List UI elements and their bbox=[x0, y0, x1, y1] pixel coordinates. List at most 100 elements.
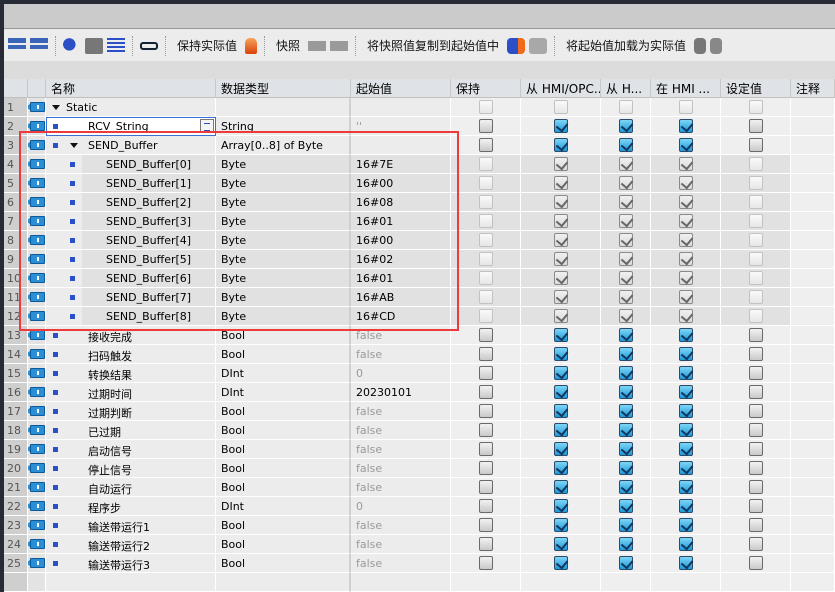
start-value-cell[interactable]: 16#08 bbox=[351, 193, 451, 212]
retain-checkbox[interactable] bbox=[478, 366, 493, 380]
hmi-accessible-checkbox[interactable] bbox=[553, 100, 568, 114]
comment-cell[interactable] bbox=[791, 554, 835, 573]
retain-checkbox[interactable] bbox=[478, 423, 493, 437]
start-value-cell[interactable]: false bbox=[351, 402, 451, 421]
hmi-accessible-checkbox[interactable] bbox=[553, 271, 568, 285]
start-value-cell[interactable]: false bbox=[351, 478, 451, 497]
comment-cell[interactable] bbox=[791, 421, 835, 440]
name-cell[interactable]: SEND_Buffer[2] bbox=[46, 193, 216, 212]
name-cell[interactable]: SEND_Buffer[6] bbox=[46, 269, 216, 288]
start-value-cell[interactable]: false bbox=[351, 535, 451, 554]
name-cell[interactable]: 接收完成 bbox=[46, 326, 216, 345]
hmi-visible-checkbox[interactable] bbox=[678, 537, 693, 551]
hmi-visible-checkbox[interactable] bbox=[678, 385, 693, 399]
hmi-visible-checkbox[interactable] bbox=[678, 499, 693, 513]
expand-db-icon[interactable] bbox=[63, 37, 81, 54]
hmi-visible-checkbox[interactable] bbox=[678, 252, 693, 266]
header-type[interactable]: 数据类型 bbox=[216, 79, 351, 98]
hmi-writable-checkbox[interactable] bbox=[618, 518, 633, 532]
comment-cell[interactable] bbox=[791, 402, 835, 421]
data-type-cell[interactable]: Byte bbox=[216, 269, 351, 288]
hmi-writable-checkbox[interactable] bbox=[618, 290, 633, 304]
retain-checkbox[interactable] bbox=[478, 309, 493, 323]
hmi-accessible-checkbox[interactable] bbox=[553, 556, 568, 570]
keep-actual-values-button[interactable]: 保持实际值 bbox=[173, 37, 241, 54]
hmi-writable-checkbox[interactable] bbox=[618, 461, 633, 475]
insert-row-icon[interactable] bbox=[8, 37, 26, 54]
start-value-cell[interactable]: 16#CD bbox=[351, 307, 451, 326]
hmi-writable-checkbox[interactable] bbox=[618, 100, 633, 114]
comment-cell[interactable] bbox=[791, 383, 835, 402]
name-cell[interactable]: 自动运行 bbox=[46, 478, 216, 497]
start-value-cell[interactable]: 16#AB bbox=[351, 288, 451, 307]
snapshot-button[interactable]: 快照 bbox=[272, 37, 304, 54]
hmi-accessible-checkbox[interactable] bbox=[553, 499, 568, 513]
name-cell[interactable]: SEND_Buffer[0] bbox=[46, 155, 216, 174]
type-picker-button[interactable] bbox=[200, 119, 214, 133]
hmi-writable-checkbox[interactable] bbox=[618, 157, 633, 171]
hmi-accessible-checkbox[interactable] bbox=[553, 328, 568, 342]
hmi-writable-checkbox[interactable] bbox=[618, 366, 633, 380]
hmi-writable-checkbox[interactable] bbox=[618, 480, 633, 494]
hmi-writable-checkbox[interactable] bbox=[618, 537, 633, 551]
load-start-as-actual-button[interactable]: 将起始值加载为实际值 bbox=[562, 37, 690, 54]
setpoint-checkbox[interactable] bbox=[748, 347, 763, 361]
start-value-cell[interactable]: 16#00 bbox=[351, 231, 451, 250]
hmi-visible-checkbox[interactable] bbox=[678, 233, 693, 247]
setpoint-checkbox[interactable] bbox=[748, 385, 763, 399]
hmi-writable-checkbox[interactable] bbox=[618, 423, 633, 437]
start-value-cell[interactable]: 0 bbox=[351, 497, 451, 516]
name-cell[interactable]: SEND_Buffer[5] bbox=[46, 250, 216, 269]
hmi-visible-checkbox[interactable] bbox=[678, 461, 693, 475]
data-type-cell[interactable]: Bool bbox=[216, 440, 351, 459]
setpoint-checkbox[interactable] bbox=[748, 309, 763, 323]
data-type-cell[interactable]: Array[0..8] of Byte bbox=[216, 136, 351, 155]
hmi-accessible-checkbox[interactable] bbox=[553, 233, 568, 247]
hmi-accessible-checkbox[interactable] bbox=[553, 176, 568, 190]
hmi-visible-checkbox[interactable] bbox=[678, 309, 693, 323]
start-value-cell[interactable]: false bbox=[351, 516, 451, 535]
hmi-visible-checkbox[interactable] bbox=[678, 195, 693, 209]
hmi-accessible-checkbox[interactable] bbox=[553, 423, 568, 437]
retain-checkbox[interactable] bbox=[478, 195, 493, 209]
retain-checkbox[interactable] bbox=[478, 442, 493, 456]
setpoint-checkbox[interactable] bbox=[748, 518, 763, 532]
retain-checkbox[interactable] bbox=[478, 347, 493, 361]
load-selected-icon[interactable] bbox=[710, 37, 723, 54]
comment-cell[interactable] bbox=[791, 326, 835, 345]
setpoint-checkbox[interactable] bbox=[748, 271, 763, 285]
start-value-cell[interactable]: false bbox=[351, 554, 451, 573]
load-all-icon[interactable] bbox=[694, 37, 707, 54]
hmi-accessible-checkbox[interactable] bbox=[553, 157, 568, 171]
comment-cell[interactable] bbox=[791, 136, 835, 155]
hmi-accessible-checkbox[interactable] bbox=[553, 404, 568, 418]
hmi-accessible-checkbox[interactable] bbox=[553, 480, 568, 494]
start-value-cell[interactable]: 20230101 bbox=[351, 383, 451, 402]
hmi-visible-checkbox[interactable] bbox=[678, 157, 693, 171]
data-type-cell[interactable]: Bool bbox=[216, 459, 351, 478]
hmi-visible-checkbox[interactable] bbox=[678, 119, 693, 133]
name-cell[interactable]: 过期时间 bbox=[46, 383, 216, 402]
retain-checkbox[interactable] bbox=[478, 461, 493, 475]
hmi-visible-checkbox[interactable] bbox=[678, 366, 693, 380]
hmi-accessible-checkbox[interactable] bbox=[553, 119, 568, 133]
start-value-cell[interactable]: false bbox=[351, 326, 451, 345]
name-cell[interactable]: 输送带运行2 bbox=[46, 535, 216, 554]
retain-checkbox[interactable] bbox=[478, 556, 493, 570]
retain-checkbox[interactable] bbox=[478, 233, 493, 247]
start-value-cell[interactable]: '' bbox=[351, 117, 451, 136]
hmi-accessible-checkbox[interactable] bbox=[553, 290, 568, 304]
comment-cell[interactable] bbox=[791, 288, 835, 307]
hmi-visible-checkbox[interactable] bbox=[678, 480, 693, 494]
hmi-accessible-checkbox[interactable] bbox=[553, 309, 568, 323]
name-cell[interactable]: SEND_Buffer[4] bbox=[46, 231, 216, 250]
start-value-cell[interactable]: 0 bbox=[351, 364, 451, 383]
data-type-cell[interactable]: DInt bbox=[216, 364, 351, 383]
setpoint-checkbox[interactable] bbox=[748, 442, 763, 456]
hmi-writable-checkbox[interactable] bbox=[618, 138, 633, 152]
retain-checkbox[interactable] bbox=[478, 119, 493, 133]
setpoint-checkbox[interactable] bbox=[748, 499, 763, 513]
snapshot-upload-icon[interactable] bbox=[308, 40, 327, 51]
setpoint-checkbox[interactable] bbox=[748, 290, 763, 304]
name-cell[interactable]: RCV_String bbox=[46, 117, 216, 136]
